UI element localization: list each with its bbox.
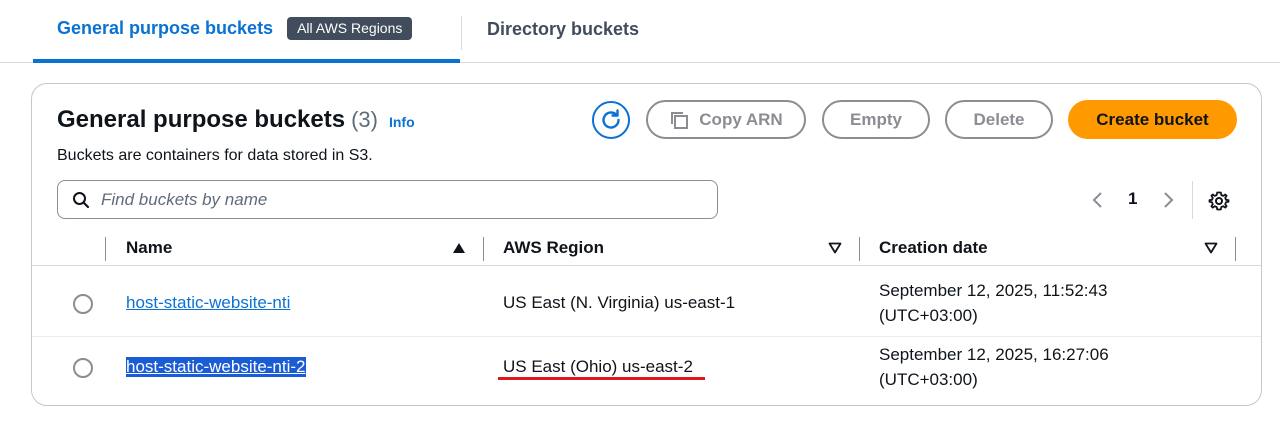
tab-divider <box>461 16 462 50</box>
create-bucket-button[interactable]: Create bucket <box>1068 100 1237 139</box>
tab-directory-label: Directory buckets <box>487 19 640 39</box>
copy-arn-label: Copy ARN <box>699 109 783 129</box>
tab-general-purpose-buckets[interactable]: General purpose buckets All AWS Regions <box>33 0 460 63</box>
bucket-name-link[interactable]: host-static-website-nti-2 <box>126 357 306 377</box>
row-select-radio[interactable] <box>73 358 93 378</box>
settings-gear-icon[interactable] <box>1208 190 1230 212</box>
column-date-header[interactable]: Creation date <box>879 238 988 258</box>
creation-date-line: September 12, 2025, 11:52:43 <box>879 281 1108 300</box>
copy-icon <box>671 111 689 129</box>
column-region-header[interactable]: AWS Region <box>503 238 604 258</box>
bucket-region: US East (Ohio) us-east-2 <box>503 357 693 376</box>
bucket-creation-date: September 12, 2025, 16:27:06 (UTC+03:00) <box>879 342 1109 392</box>
table-header: Name AWS Region Creation date <box>32 231 1261 266</box>
table-row: host-static-website-nti US East (N. Virg… <box>32 271 1261 337</box>
copy-arn-button[interactable]: Copy ARN <box>646 100 806 139</box>
bucket-count: (3) <box>351 107 378 132</box>
sort-ascending-icon[interactable] <box>452 242 466 254</box>
column-divider <box>105 237 106 261</box>
column-divider <box>483 237 484 261</box>
refresh-icon <box>602 109 620 129</box>
column-name-header[interactable]: Name <box>126 238 172 258</box>
search-field[interactable] <box>57 180 718 219</box>
sort-descending-icon[interactable] <box>828 242 842 254</box>
empty-button[interactable]: Empty <box>822 100 930 139</box>
search-icon <box>71 190 91 210</box>
create-bucket-label: Create bucket <box>1096 109 1209 129</box>
row-select-radio[interactable] <box>73 294 93 314</box>
chevron-left-icon[interactable] <box>1088 190 1108 210</box>
creation-date-timezone: (UTC+03:00) <box>879 306 978 325</box>
delete-label: Delete <box>973 109 1025 129</box>
table-row: host-static-website-nti-2 US East (Ohio)… <box>32 337 1261 403</box>
column-divider <box>859 237 860 261</box>
creation-date-timezone: (UTC+03:00) <box>879 370 978 389</box>
chevron-right-icon[interactable] <box>1158 190 1178 210</box>
buckets-panel: General purpose buckets (3) Info Buckets… <box>31 83 1262 406</box>
sort-descending-icon[interactable] <box>1204 242 1218 254</box>
tab-directory-buckets[interactable]: Directory buckets <box>487 0 639 61</box>
panel-description: Buckets are containers for data stored i… <box>57 147 373 164</box>
bucket-name-link[interactable]: host-static-website-nti <box>126 293 290 313</box>
red-annotation-underline <box>498 377 705 380</box>
bucket-type-tabs: General purpose buckets All AWS Regions … <box>0 0 1280 63</box>
bucket-creation-date: September 12, 2025, 11:52:43 (UTC+03:00) <box>879 278 1107 328</box>
creation-date-line: September 12, 2025, 16:27:06 <box>879 345 1109 364</box>
bucket-region: US East (N. Virginia) us-east-1 <box>503 293 736 312</box>
search-input[interactable] <box>101 189 661 210</box>
tab-general-label: General purpose buckets <box>57 18 274 38</box>
empty-label: Empty <box>850 109 902 129</box>
info-link[interactable]: Info <box>389 114 415 130</box>
panel-header: General purpose buckets (3) Info <box>57 106 415 134</box>
delete-button[interactable]: Delete <box>945 100 1053 139</box>
all-regions-badge: All AWS Regions <box>287 17 413 40</box>
refresh-button[interactable] <box>592 101 630 139</box>
pager-divider <box>1192 181 1193 219</box>
current-page-number[interactable]: 1 <box>1128 189 1137 209</box>
page-title: General purpose buckets <box>57 106 346 133</box>
column-divider <box>1235 237 1236 261</box>
